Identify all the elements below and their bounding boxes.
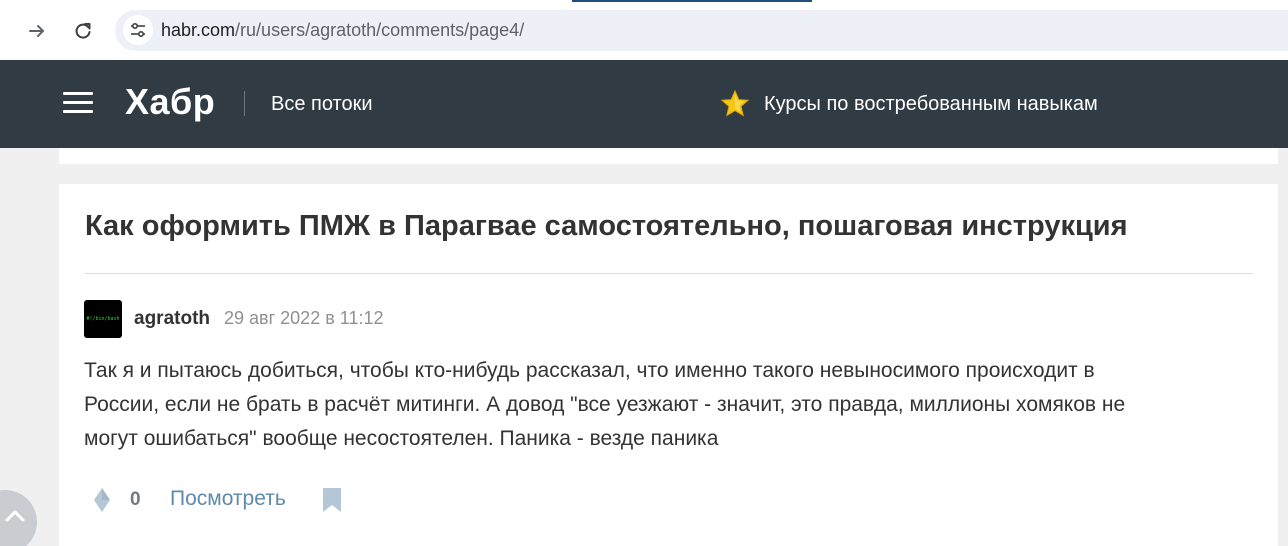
comment-line: могут ошибаться" вообще несостоятелен. П… (84, 427, 719, 450)
promo-text: Курсы по востребованным навыкам (764, 92, 1098, 115)
comment-actions: 0 Посмотреть (59, 484, 1278, 516)
courses-promo-link[interactable]: Курсы по востребованным навыкам (720, 88, 1098, 120)
site-logo[interactable]: Хабр (125, 81, 215, 123)
forward-button[interactable] (20, 14, 54, 48)
scroll-to-top-button[interactable] (0, 490, 37, 546)
previous-card-edge (59, 148, 1278, 164)
reload-icon (75, 23, 91, 39)
bookmark-icon[interactable] (322, 487, 342, 513)
star-icon (720, 89, 750, 117)
diamond-vote-icon[interactable] (92, 487, 112, 513)
view-comment-link[interactable]: Посмотреть (170, 487, 286, 511)
post-title-link[interactable]: Как оформить ПМЖ в Парагвае самостоятель… (85, 210, 1128, 243)
url-host: habr.com (161, 20, 236, 40)
browser-toolbar: habr.com/ru/users/agratoth/comments/page… (0, 0, 1288, 60)
comment-score: 0 (130, 489, 141, 510)
comment-datetime[interactable]: 29 авг 2022 в 11:12 (224, 308, 383, 329)
url-text[interactable]: habr.com/ru/users/agratoth/comments/page… (161, 20, 524, 41)
comment-card: Как оформить ПМЖ в Парагвае самостоятель… (59, 184, 1278, 546)
comment-line: России, если не брать в расчёт митинги. … (84, 393, 1126, 416)
card-divider (85, 273, 1253, 274)
tune-icon (131, 22, 145, 38)
address-bar[interactable]: habr.com/ru/users/agratoth/comments/page… (115, 10, 1288, 51)
active-tab-indicator (572, 0, 812, 2)
reload-button[interactable] (66, 14, 100, 48)
arrow-right-icon (29, 25, 44, 37)
url-path: /ru/users/agratoth/comments/page4/ (235, 20, 525, 40)
header-divider (244, 91, 245, 116)
author-link[interactable]: agratoth (134, 308, 210, 330)
avatar-text: #!/bin/bash (86, 316, 120, 322)
site-info-button[interactable] (123, 15, 153, 45)
avatar[interactable]: #!/bin/bash (84, 300, 122, 338)
site-header: Хабр Все потоки Курсы по востребованным … (0, 60, 1288, 148)
all-flows-link[interactable]: Все потоки (271, 93, 373, 116)
chevron-up-icon (5, 510, 25, 522)
hamburger-menu-icon[interactable] (63, 92, 93, 114)
comment-body: Так я и пытаюсь добиться, чтобы кто-нибу… (84, 354, 1254, 456)
comment-line: Так я и пытаюсь добиться, чтобы кто-нибу… (84, 359, 1095, 382)
